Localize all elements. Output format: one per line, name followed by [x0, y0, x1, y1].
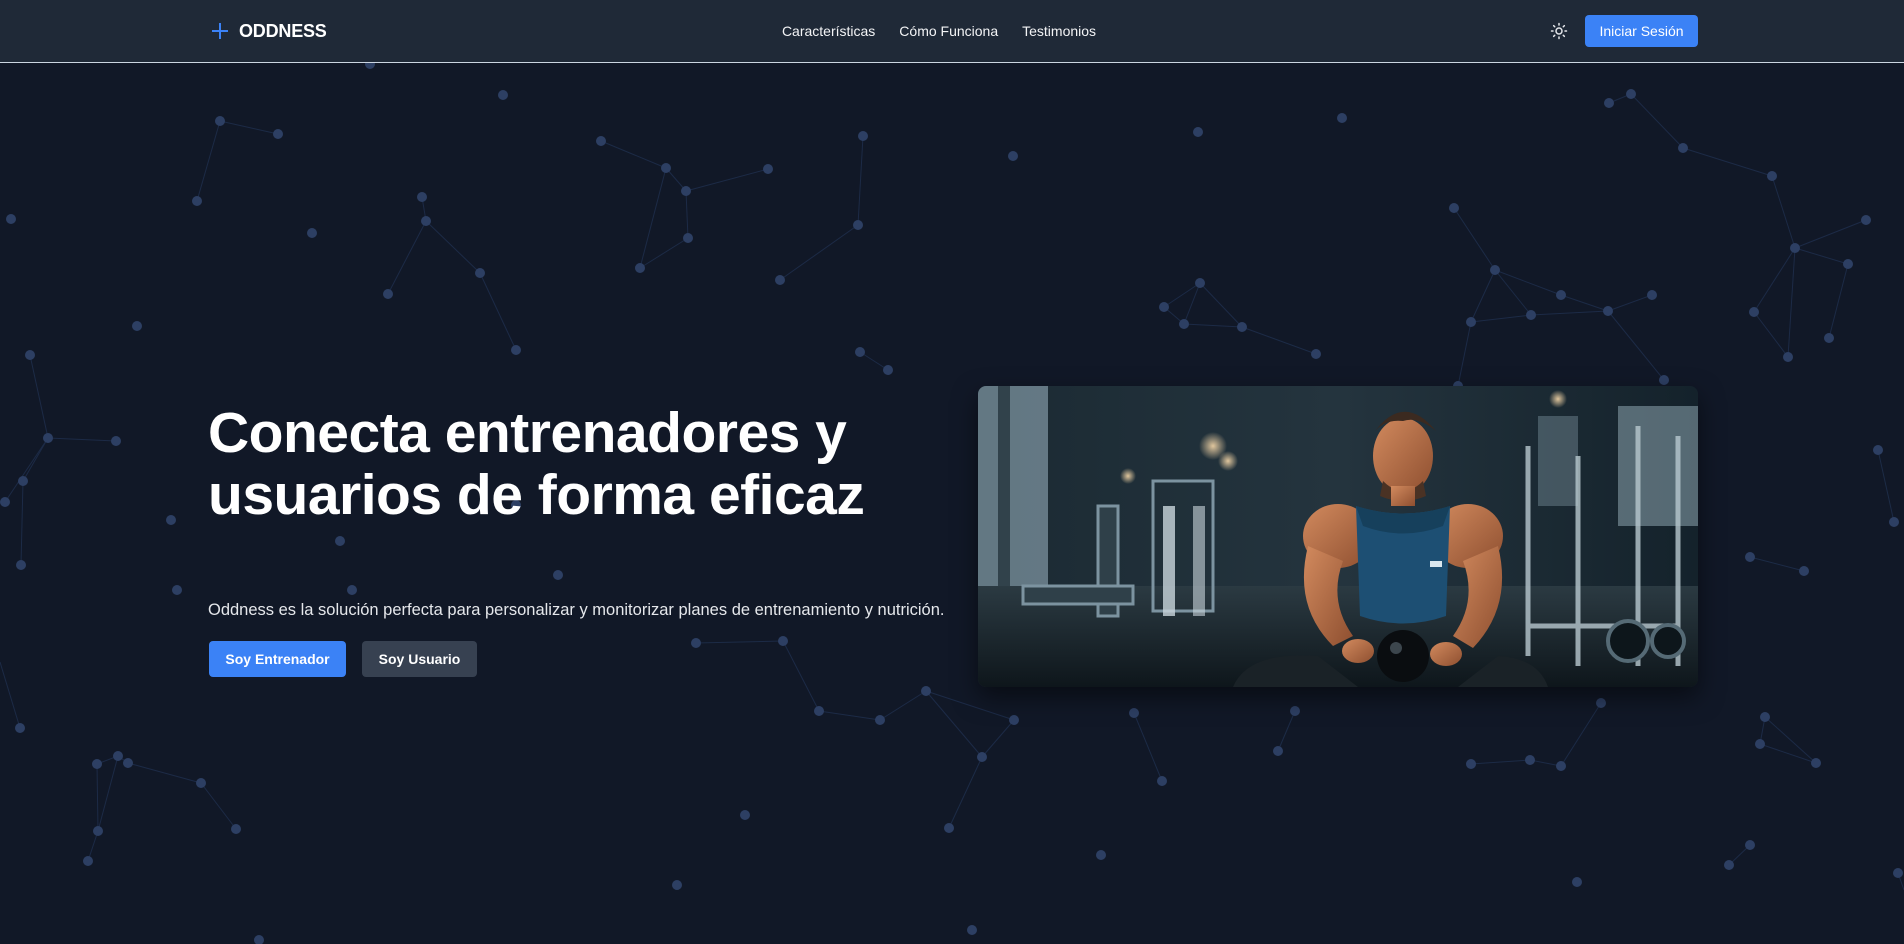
- top-navbar: ODDNESS Características Cómo Funciona Te…: [0, 0, 1904, 63]
- hero-subtitle: Oddness es la solución perfecta para per…: [208, 601, 945, 619]
- nav-link-como-funciona[interactable]: Cómo Funciona: [899, 20, 998, 42]
- hero-image: [978, 386, 1698, 687]
- login-button[interactable]: Iniciar Sesión: [1585, 15, 1698, 47]
- hero-title: Conecta entrenadores y usuarios de forma…: [208, 401, 865, 527]
- plus-icon: [212, 23, 228, 39]
- brand-name: ODDNESS: [239, 20, 327, 41]
- nav-link-caracteristicas[interactable]: Características: [782, 20, 875, 42]
- landing-page: ODDNESS Características Cómo Funciona Te…: [0, 0, 1904, 944]
- sun-icon: [1550, 22, 1568, 40]
- trainer-button[interactable]: Soy Entrenador: [209, 641, 346, 677]
- theme-toggle-button[interactable]: [1549, 20, 1569, 42]
- nav-link-testimonios[interactable]: Testimonios: [1022, 20, 1096, 42]
- user-button[interactable]: Soy Usuario: [362, 641, 477, 677]
- brand-logo[interactable]: ODDNESS: [212, 17, 327, 45]
